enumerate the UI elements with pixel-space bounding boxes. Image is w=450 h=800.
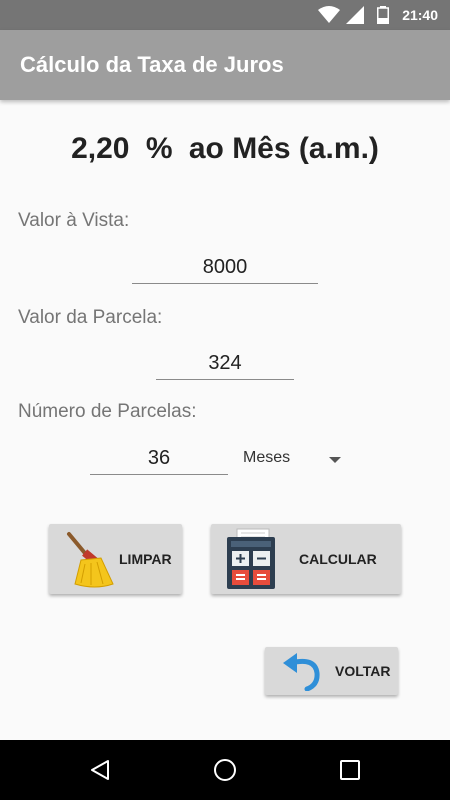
dropdown-arrow-icon: [329, 457, 341, 463]
voltar-button[interactable]: VOLTAR: [265, 647, 398, 695]
status-bar: 21:40: [0, 0, 450, 30]
wifi-icon: [318, 6, 340, 23]
result-period: ao Mês (a.m.): [188, 132, 379, 165]
valor-parcela-label: Valor da Parcela:: [18, 307, 163, 328]
valor-vista-label: Valor à Vista:: [18, 210, 130, 231]
valor-parcela-input[interactable]: 324: [156, 348, 294, 380]
back-arrow-icon: [283, 653, 320, 691]
numero-parcelas-input[interactable]: 36: [90, 443, 228, 475]
broom-icon: [67, 532, 114, 588]
voltar-label: VOLTAR: [335, 663, 391, 679]
nav-recents-icon[interactable]: [338, 758, 362, 782]
period-dropdown[interactable]: Meses: [243, 449, 345, 473]
nav-home-icon[interactable]: [213, 758, 237, 782]
status-time: 21:40: [402, 7, 438, 23]
period-selected: Meses: [243, 449, 291, 466]
calcular-button[interactable]: CALCULAR: [211, 524, 401, 594]
result-value: 2,20: [71, 132, 130, 165]
calcular-label: CALCULAR: [299, 551, 377, 567]
numero-parcelas-label: Número de Parcelas:: [18, 401, 197, 422]
page-title: Cálculo da Taxa de Juros: [20, 52, 284, 77]
battery-icon: [377, 6, 389, 24]
navigation-bar: [0, 740, 450, 800]
result-percent: %: [145, 132, 173, 165]
valor-vista-input[interactable]: 8000: [132, 252, 318, 284]
result-display: 2,20 % ao Mês (a.m.): [0, 132, 450, 166]
limpar-label: LIMPAR: [119, 551, 172, 567]
nav-back-icon[interactable]: [88, 758, 112, 782]
signal-icon: [346, 6, 364, 24]
app-bar: Cálculo da Taxa de Juros: [0, 30, 450, 100]
limpar-button[interactable]: LIMPAR: [49, 524, 182, 594]
calculator-icon: [227, 528, 275, 589]
